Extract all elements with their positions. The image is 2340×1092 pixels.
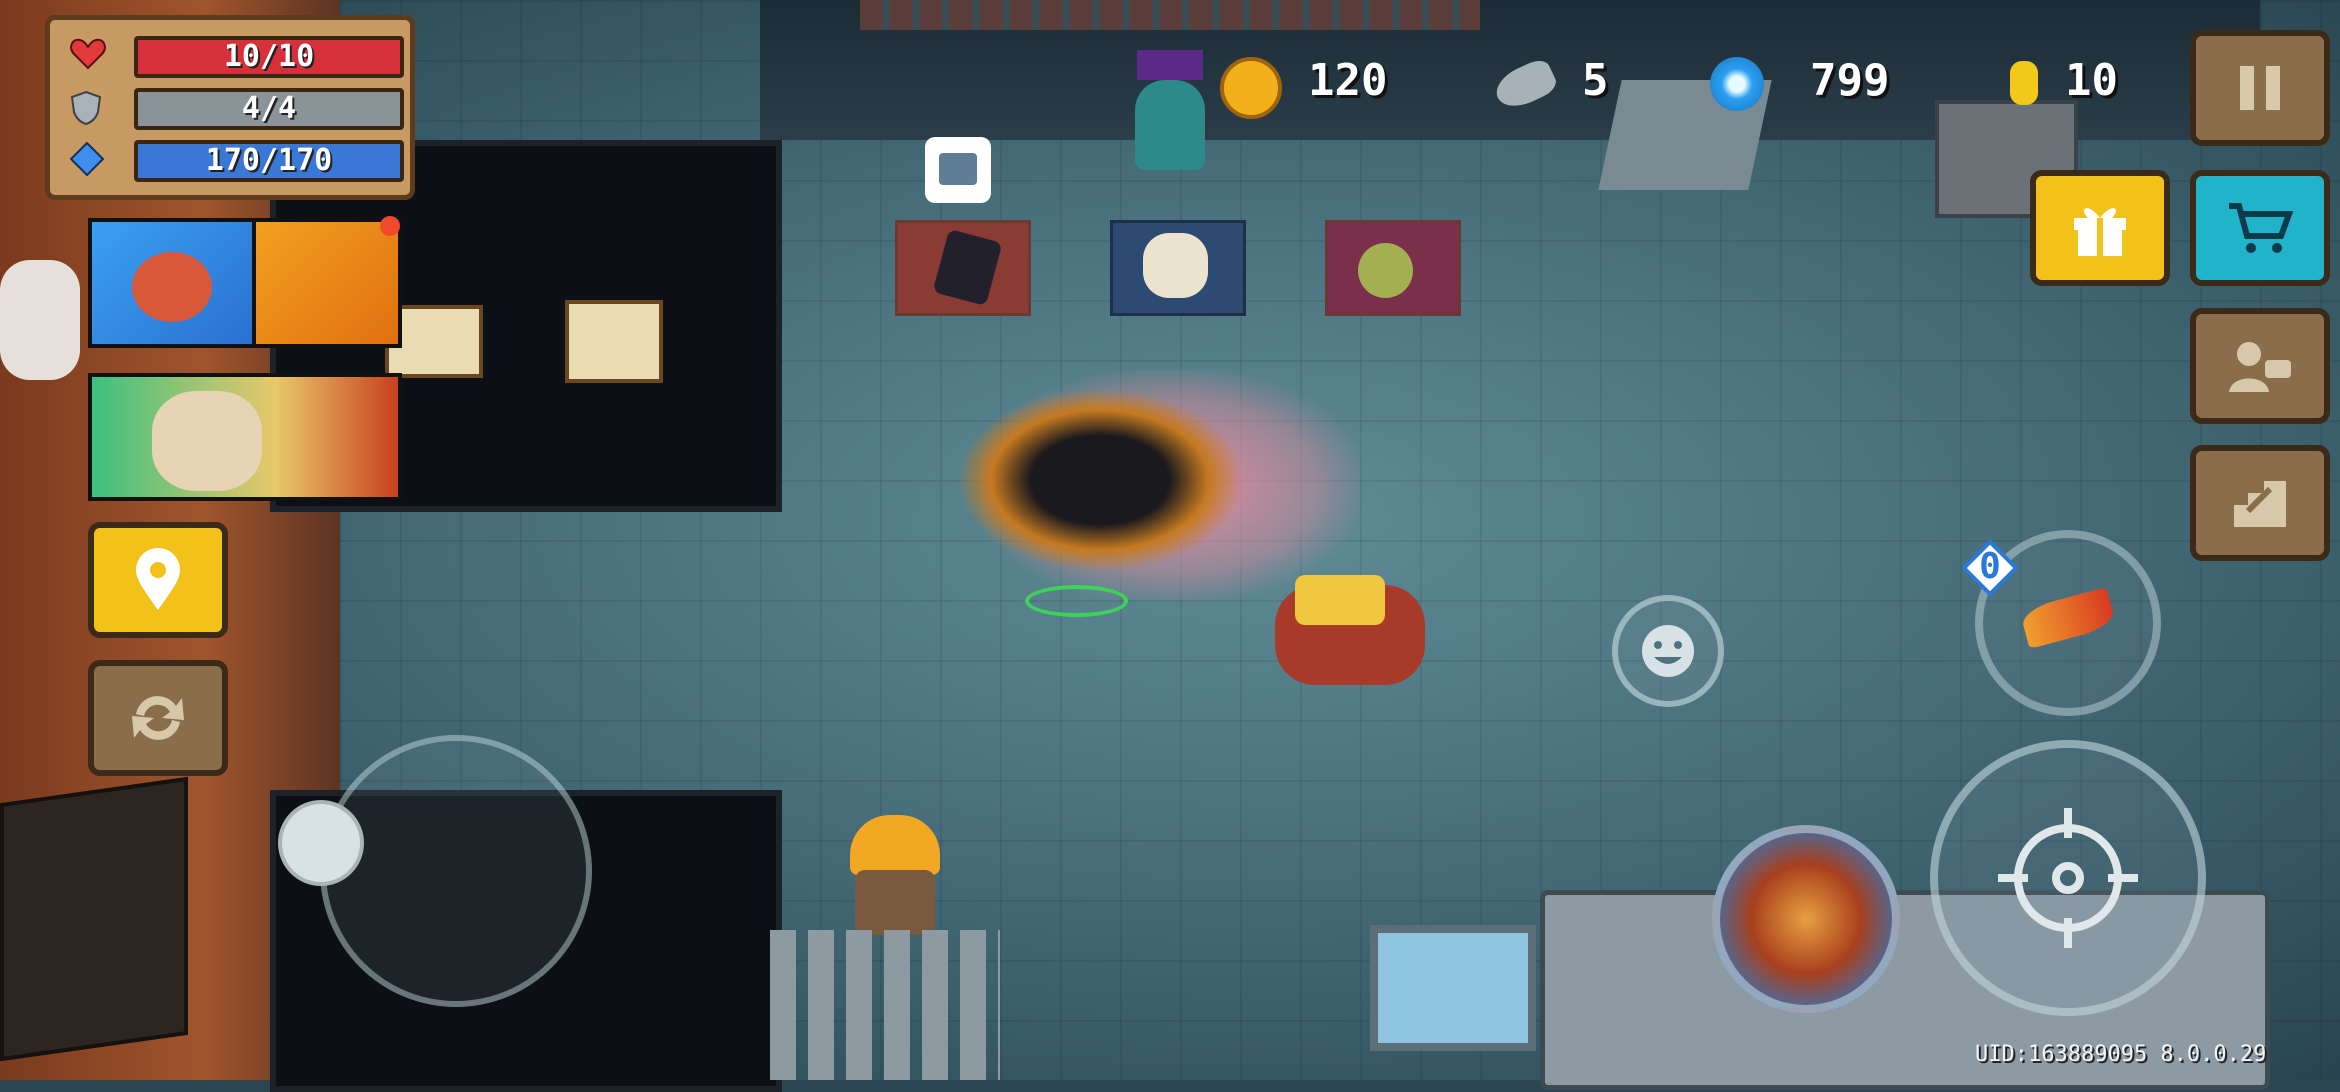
fish-count: 5 [1582, 55, 1609, 106]
health-bar: 10/10 [134, 36, 404, 78]
currency-bar: 120 5 799 10 [1220, 45, 2140, 135]
energy-cost-value: 0 [1979, 546, 2001, 587]
engineer-npc[interactable] [830, 810, 960, 940]
smiley-icon [1642, 625, 1694, 677]
location-button[interactable] [88, 522, 228, 638]
pause-icon [2240, 66, 2280, 110]
profile-icon [2229, 342, 2291, 392]
dialog-bubble[interactable] [925, 137, 991, 203]
sack-item [1143, 233, 1208, 298]
health-row: 10/10 [62, 32, 404, 78]
armor-value: 4/4 [241, 91, 297, 126]
token-count: 10 [2065, 55, 2118, 106]
joystick-thumb[interactable] [278, 800, 364, 886]
event-banner-3[interactable] [88, 373, 402, 501]
book-item [932, 228, 1003, 307]
notice-board [565, 300, 663, 383]
gold-coin-count: 120 [1308, 55, 1388, 106]
armor-row: 4/4 [62, 84, 404, 130]
gold-coin-icon [1220, 57, 1282, 119]
shop-button[interactable] [2190, 170, 2330, 286]
item-pedestal[interactable] [1325, 220, 1461, 316]
energy-cost-badge: 0 [1962, 540, 2018, 596]
gift-icon [2074, 208, 2126, 256]
energy-value: 170/170 [205, 143, 333, 178]
location-pin-icon [136, 548, 180, 610]
exit-button[interactable] [2190, 445, 2330, 561]
crosshair-icon [1998, 808, 2138, 948]
bookshelf [860, 0, 1480, 30]
fish-icon [1490, 56, 1560, 114]
attack-button[interactable] [1930, 740, 2206, 1016]
event-banner-2[interactable] [252, 216, 402, 348]
emote-button[interactable] [1612, 595, 1724, 707]
token-icon [2010, 61, 2038, 105]
shield-icon [70, 90, 102, 126]
heart-icon [70, 38, 106, 70]
gem-icon [1710, 57, 1764, 111]
seed-item [1358, 243, 1413, 298]
gift-button[interactable] [2030, 170, 2170, 286]
pause-button[interactable] [2190, 30, 2330, 146]
swap-button[interactable] [88, 660, 228, 776]
skill-button[interactable] [1712, 825, 1900, 1013]
gem-count: 799 [1810, 55, 1890, 106]
swap-icon [132, 696, 184, 740]
movement-joystick[interactable] [320, 735, 592, 1007]
item-pedestal[interactable] [895, 220, 1031, 316]
shop-cart-icon [2229, 203, 2293, 253]
lion-dancer [0, 260, 80, 380]
energy-row: 170/170 [62, 136, 404, 182]
player-character [1275, 575, 1435, 695]
health-value: 10/10 [223, 39, 315, 74]
uid-label: UID:163889095 8.0.0.29 [1975, 1042, 2267, 1067]
merchant-npc[interactable] [1125, 50, 1215, 170]
item-pedestal[interactable] [1110, 220, 1246, 316]
player-ring [1025, 585, 1128, 617]
weapon-switch-icon [2019, 587, 2117, 649]
storage-box [0, 776, 188, 1062]
monitor [1370, 925, 1536, 1051]
notification-dot [380, 216, 400, 236]
exit-icon [2234, 481, 2286, 527]
energy-icon [69, 141, 105, 177]
status-panel: 10/10 4/4 170/170 [45, 15, 415, 200]
dragon-pet[interactable] [900, 370, 1360, 610]
event-banner-1[interactable] [88, 218, 258, 348]
profile-button[interactable] [2190, 308, 2330, 424]
energy-bar: 170/170 [134, 140, 404, 182]
gas-cylinders [770, 930, 1000, 1080]
armor-bar: 4/4 [134, 88, 404, 130]
